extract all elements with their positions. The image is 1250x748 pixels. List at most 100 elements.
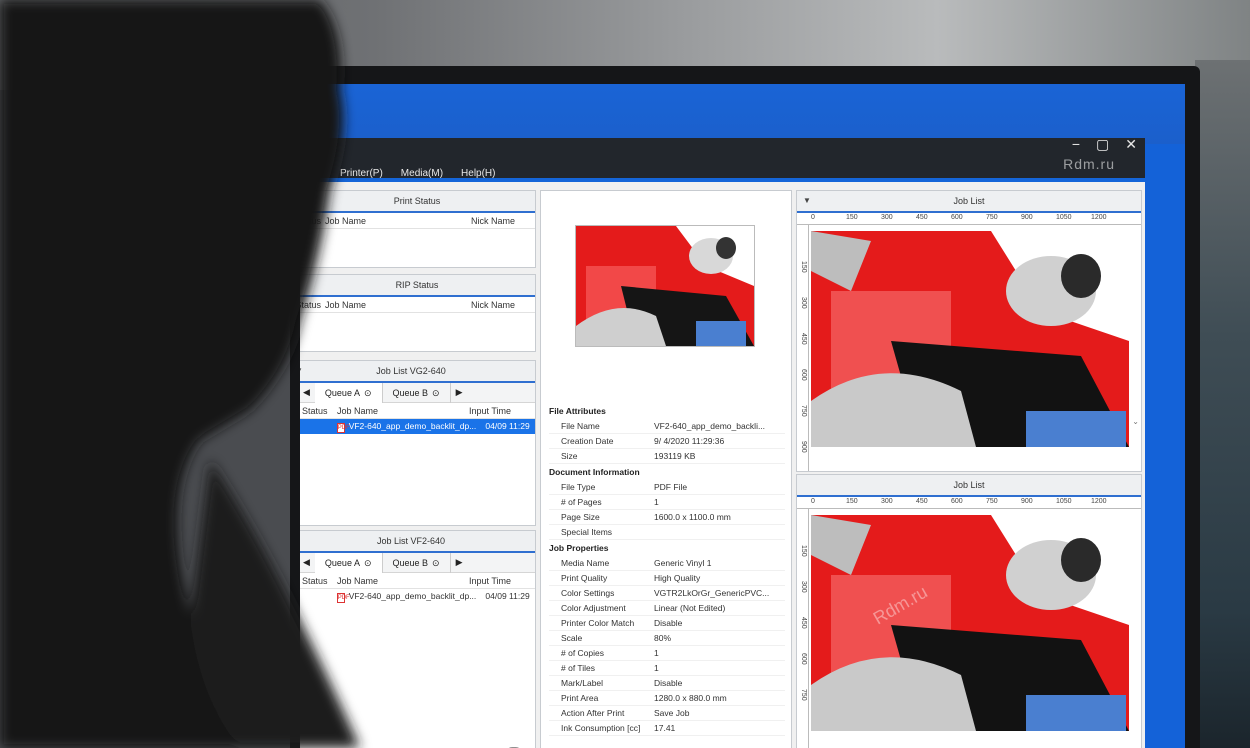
horizontal-ruler: 0 150 300 450 600 750 900 1050 1200: [797, 497, 1141, 509]
job-name: VF2-640_app_demo_backlit_dp...: [348, 421, 477, 431]
maximize-button[interactable]: ▢: [1096, 136, 1109, 153]
ruler-tick: 300: [800, 581, 807, 593]
detail-key: Media Name: [561, 558, 610, 568]
detail-value: High Quality: [654, 573, 701, 583]
col-job-name[interactable]: Job Name: [329, 573, 469, 588]
ruler-tick: 150: [800, 261, 807, 273]
detail-key: # of Tiles: [561, 663, 596, 673]
col-nick-name[interactable]: Nick Name: [471, 213, 531, 228]
detail-row: File Type PDF File: [549, 480, 785, 495]
pdf-icon: PDF: [336, 593, 350, 603]
ruler-tick: 450: [800, 333, 807, 345]
print-status-title: Print Status: [300, 191, 535, 213]
job-list-columns: Status Job Name Input Time: [300, 403, 535, 419]
detail-key: Print Quality: [561, 573, 608, 583]
ruler-tick: 1050: [1056, 214, 1072, 221]
tab-queue-b[interactable]: Queue B ⊙: [383, 382, 451, 403]
tab-prev-icon[interactable]: ◀: [300, 557, 315, 568]
tab-queue-a[interactable]: Queue A ⊙: [314, 552, 383, 573]
desktop-background: [300, 84, 1185, 144]
table-row[interactable]: PDFVF2-640_app_demo_backlit_dp... 04/09 …: [300, 589, 535, 604]
detail-key: Scale: [561, 633, 583, 643]
detail-value: 1: [654, 497, 659, 507]
detail-row: # of Tiles 1: [549, 661, 785, 676]
tab-prev-icon[interactable]: ◀: [300, 387, 315, 398]
detail-key: Print Area: [561, 693, 599, 703]
detail-key: File Type: [561, 482, 596, 492]
preview-bottom-panel: Job List 0 150 300 450 600 750 900 1050 1200 150…: [796, 474, 1142, 748]
detail-row: Color Settings VGTR2LkOrGr_GenericPVC...: [549, 586, 785, 601]
job-thumbnail: [575, 225, 755, 347]
col-status[interactable]: Status: [300, 213, 321, 228]
job-list-vg2-panel: ▼ Job List VG2-640 ◀ Queue A⊙ Queue B⊙ ▶…: [300, 360, 536, 526]
detail-key: Page Size: [561, 512, 600, 522]
collapse-icon[interactable]: ▼: [300, 361, 303, 381]
file-attributes-heading: File Attributes: [549, 406, 606, 416]
input-time: 04/09 11:29: [485, 421, 530, 431]
ruler-tick: 150: [846, 498, 858, 505]
job-list-columns: Status Job Name Input Time: [300, 573, 535, 589]
tab-queue-a[interactable]: Queue A ⊙: [314, 382, 383, 403]
detail-value: 1: [654, 663, 659, 673]
document-information-heading: Document Information: [549, 467, 640, 477]
gear-icon: ⊙: [432, 387, 440, 398]
close-button[interactable]: ✕: [1125, 136, 1137, 153]
detail-row: Page Size 1600.0 x 1100.0 mm: [549, 510, 785, 525]
ruler-tick: 450: [800, 617, 807, 629]
detail-key: Printer Color Match: [561, 618, 635, 628]
minimize-button[interactable]: −: [1072, 136, 1080, 153]
col-status[interactable]: Status: [300, 403, 329, 418]
detail-key: File Name: [561, 421, 600, 431]
col-status[interactable]: Status: [300, 297, 321, 312]
ruler-tick: 750: [800, 689, 807, 701]
detail-value: VGTR2LkOrGr_GenericPVC...: [654, 588, 770, 598]
tab-next-icon[interactable]: ▶: [451, 557, 468, 568]
table-row[interactable]: PDFVF2-640_app_demo_backlit_dp... 04/09 …: [300, 419, 535, 434]
detail-row: Size 193119 KB: [549, 449, 785, 464]
detail-row: # of Pages 1: [549, 495, 785, 510]
detail-key: Creation Date: [561, 436, 614, 446]
ruler-tick: 450: [916, 214, 928, 221]
col-job-name[interactable]: Job Name: [321, 213, 471, 228]
job-details-panel: File Attributes File Name VF2-640_app_dem…: [540, 190, 792, 748]
detail-row: Creation Date 9/ 4/2020 11:29:36: [549, 434, 785, 449]
accent-line: [300, 178, 1145, 182]
preview-image: Rdm.ru: [811, 515, 1129, 731]
file-attributes-rows: File Name VF2-640_app_demo_backli... Creat…: [549, 419, 785, 464]
detail-value: Disable: [654, 678, 683, 688]
rip-status-panel: RIP Status Status Job Name Nick Name: [300, 274, 536, 352]
col-input-time[interactable]: Input Time: [469, 573, 529, 588]
col-job-name[interactable]: Job Name: [329, 403, 469, 418]
col-job-name[interactable]: Job Name: [321, 297, 471, 312]
col-nick-name[interactable]: Nick Name: [471, 297, 531, 312]
job-properties-rows: Media Name Generic Vinyl 1 Print Quality Hi…: [549, 556, 785, 736]
queue-tabs: ◀ Queue A ⊙ Queue B ⊙ ▶: [300, 382, 535, 403]
ruler-tick: 300: [881, 498, 893, 505]
detail-row: Print Area 1280.0 x 880.0 mm: [549, 691, 785, 706]
detail-row: Printer Color Match Disable: [549, 616, 785, 631]
collapse-icon[interactable]: ▼: [803, 191, 811, 211]
detail-key: Action After Print: [561, 708, 625, 718]
menu-help[interactable]: Help(H): [461, 168, 495, 179]
ruler-tick: 1200: [1091, 214, 1107, 221]
ruler-tick: 300: [881, 214, 893, 221]
detail-value: 1: [654, 648, 659, 658]
details-list: File Attributes File Name VF2-640_app_dem…: [549, 403, 785, 736]
detail-value: Generic Vinyl 1: [654, 558, 712, 568]
ruler-tick: 600: [951, 214, 963, 221]
tab-next-icon[interactable]: ▶: [451, 387, 468, 398]
menu-printer[interactable]: Printer(P): [340, 168, 383, 179]
document-information-rows: File Type PDF File # of Pages 1 Page Size 160…: [549, 480, 785, 540]
scroll-down-icon[interactable]: ⌄: [1132, 417, 1139, 426]
col-input-time[interactable]: Input Time: [469, 403, 529, 418]
col-status[interactable]: Status: [300, 573, 329, 588]
menu-media[interactable]: Media(M): [401, 168, 443, 179]
background-right: [1195, 60, 1250, 748]
preview-top-title: Job List: [953, 196, 985, 206]
detail-row: Print Quality High Quality: [549, 571, 785, 586]
detail-value: 1600.0 x 1100.0 mm: [654, 512, 731, 522]
job-list-vg2-title: Job List VG2-640: [376, 366, 446, 376]
detail-row: Media Name Generic Vinyl 1: [549, 556, 785, 571]
tab-queue-b[interactable]: Queue B ⊙: [383, 552, 451, 573]
ruler-tick: 1050: [1056, 498, 1072, 505]
